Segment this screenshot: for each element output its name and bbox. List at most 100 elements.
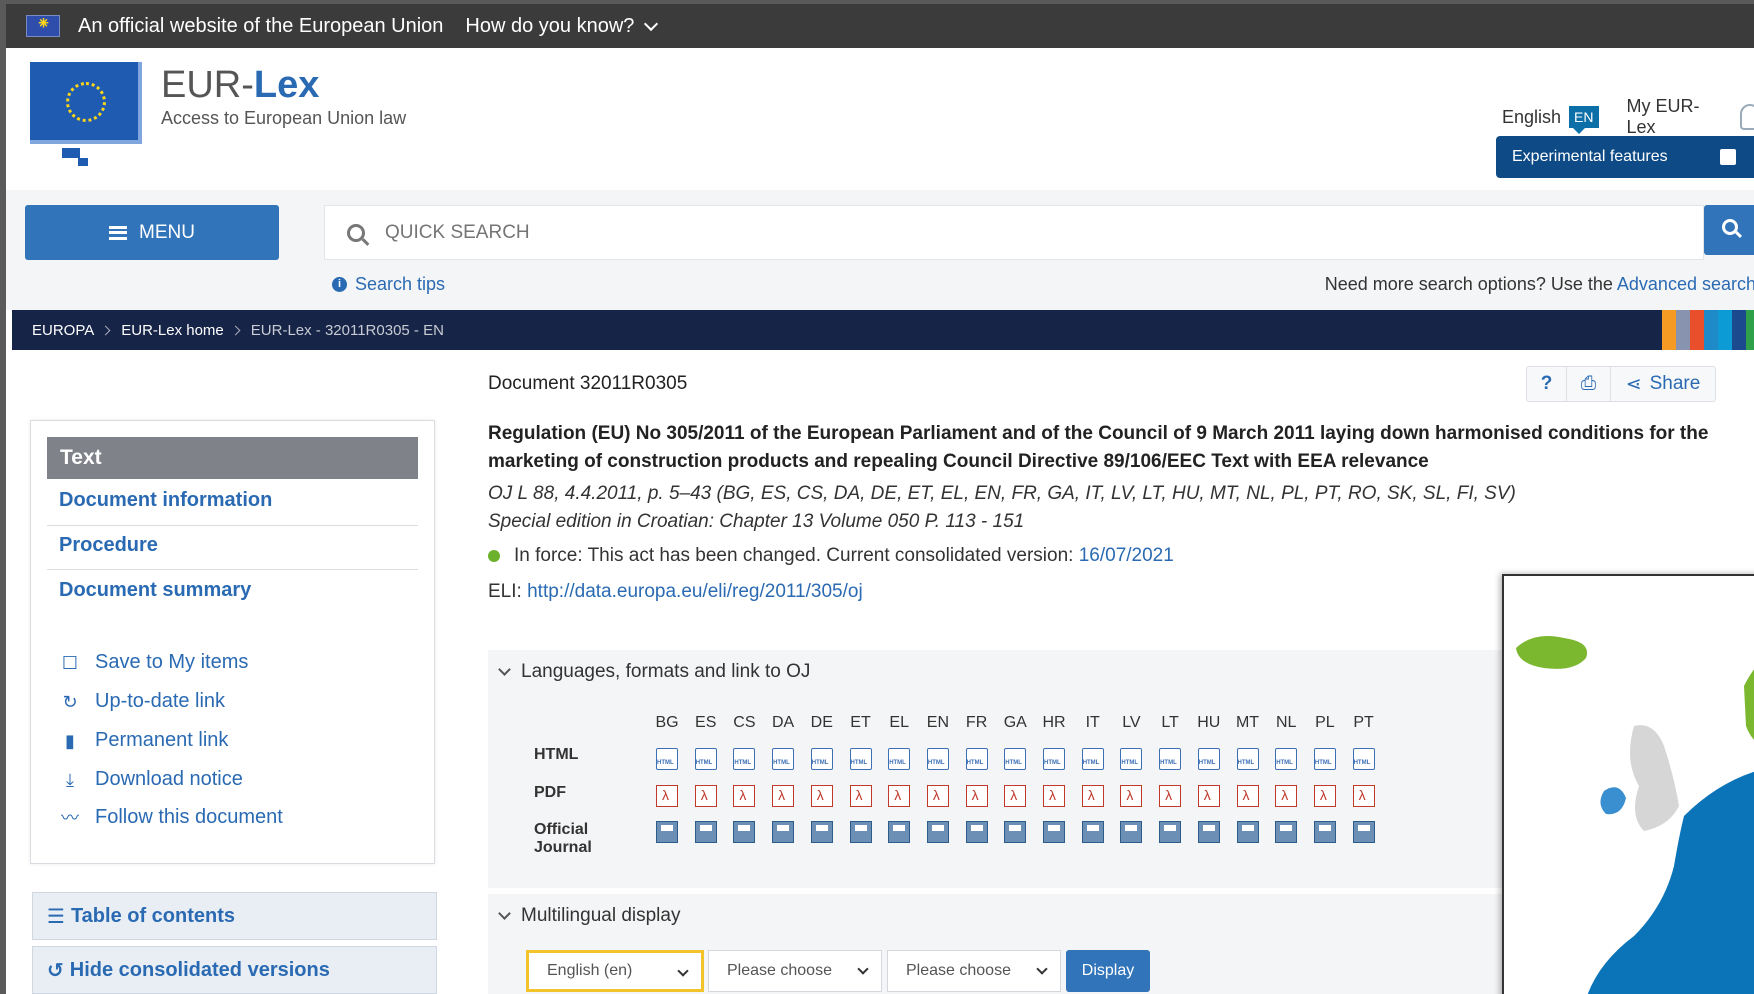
official-journal-icon[interactable] (965, 821, 988, 843)
sidebar-item-document-summary[interactable]: Document summary (59, 579, 251, 602)
html-file-icon[interactable] (772, 748, 795, 770)
consolidated-version-link[interactable]: 16/07/2021 (1079, 545, 1174, 567)
html-file-icon[interactable] (694, 748, 717, 770)
europe-map-popup[interactable] (1502, 574, 1754, 994)
official-journal-icon[interactable] (694, 821, 717, 843)
history-icon: ↺ (47, 959, 64, 982)
html-file-icon[interactable] (1352, 748, 1375, 770)
multilingual-display-toggle[interactable]: Multilingual display (488, 894, 1508, 938)
pdf-file-icon[interactable] (888, 785, 911, 807)
pdf-file-icon[interactable] (1043, 785, 1065, 807)
advanced-search-link[interactable]: Advanced search (1617, 274, 1754, 294)
html-file-icon[interactable] (1120, 748, 1143, 770)
html-file-icon[interactable] (849, 748, 872, 770)
official-journal-icon[interactable] (849, 821, 872, 843)
breadcrumb-eurlex-home[interactable]: EUR-Lex home (121, 322, 224, 339)
official-journal-icon[interactable] (926, 821, 949, 843)
sidebar-item-procedure[interactable]: Procedure (59, 534, 158, 557)
search-tips-link[interactable]: i Search tips (332, 274, 445, 295)
pdf-file-icon[interactable] (733, 785, 756, 807)
official-journal-icon[interactable] (1043, 821, 1065, 843)
display-button[interactable]: Display (1066, 950, 1150, 992)
pdf-file-icon[interactable] (849, 785, 872, 807)
experimental-checkbox[interactable] (1720, 149, 1736, 165)
pdf-file-icon[interactable] (1120, 785, 1143, 807)
save-to-my-items-link[interactable]: ☐ Save to My items (59, 651, 248, 674)
official-journal-icon[interactable] (1004, 821, 1027, 843)
eurlex-logo[interactable] (26, 62, 146, 166)
official-journal-icon[interactable] (772, 821, 795, 843)
chevron-right-icon (100, 325, 111, 335)
official-journal-icon[interactable] (1236, 821, 1259, 843)
html-file-icon[interactable] (810, 748, 833, 770)
sidebar-item-text[interactable]: Text (47, 437, 418, 479)
pdf-file-icon[interactable] (694, 785, 717, 807)
language-code-badge[interactable]: EN (1569, 106, 1599, 134)
languages-formats-toggle[interactable]: Languages, formats and link to OJ (488, 650, 1508, 694)
my-eurlex-link[interactable]: My EUR-Lex (1627, 96, 1729, 138)
pdf-file-icon[interactable] (1004, 785, 1027, 807)
html-file-icon[interactable] (1275, 748, 1298, 770)
eli-link[interactable]: http://data.europa.eu/eli/reg/2011/305/o… (527, 581, 863, 602)
user-icon[interactable] (1740, 104, 1754, 130)
print-button[interactable]: ⎙ (1567, 367, 1611, 401)
official-journal-icon[interactable] (1197, 821, 1220, 843)
html-file-icon[interactable] (965, 748, 988, 770)
official-journal-icon[interactable] (1120, 821, 1143, 843)
language-selector[interactable]: English (1502, 107, 1561, 128)
pdf-file-icon[interactable] (1275, 785, 1298, 807)
pdf-file-icon[interactable] (656, 785, 678, 807)
html-file-icon[interactable] (1081, 748, 1104, 770)
pdf-file-icon[interactable] (965, 785, 988, 807)
pdf-file-icon[interactable] (772, 785, 795, 807)
table-of-contents-button[interactable]: ☰ Table of contents (32, 892, 437, 940)
official-journal-icon[interactable] (1081, 821, 1104, 843)
html-file-icon[interactable] (1236, 748, 1259, 770)
html-file-icon[interactable] (1043, 748, 1065, 770)
official-journal-icon[interactable] (1352, 821, 1375, 843)
official-journal-icon[interactable] (1159, 821, 1182, 843)
download-notice-link[interactable]: ⤓ Download notice (59, 768, 243, 791)
official-journal-icon[interactable] (1313, 821, 1336, 843)
pdf-file-icon[interactable] (1197, 785, 1220, 807)
pdf-file-icon[interactable] (1352, 785, 1375, 807)
html-file-icon[interactable] (656, 748, 678, 770)
breadcrumb-europa[interactable]: EUROPA (32, 322, 94, 339)
official-journal-icon[interactable] (1275, 821, 1298, 843)
up-to-date-link[interactable]: ↻ Up-to-date link (59, 690, 225, 713)
pdf-file-icon[interactable] (926, 785, 949, 807)
html-file-icon[interactable] (1004, 748, 1027, 770)
html-file-icon[interactable] (926, 748, 949, 770)
official-journal-icon[interactable] (810, 821, 833, 843)
language-select-2[interactable]: Please choose (708, 950, 882, 992)
pdf-file-icon[interactable] (1313, 785, 1336, 807)
html-file-icon[interactable] (1159, 748, 1182, 770)
follow-document-link[interactable]: 〰 Follow this document (59, 806, 283, 829)
help-button[interactable]: ? (1527, 367, 1567, 401)
menu-button[interactable]: MENU (25, 205, 279, 260)
official-journal-icon[interactable] (733, 821, 756, 843)
eu-stars-icon (66, 82, 106, 122)
pdf-file-icon[interactable] (1081, 785, 1104, 807)
permanent-link[interactable]: ▮ Permanent link (59, 729, 228, 752)
how-do-you-know-toggle[interactable]: How do you know? (465, 15, 659, 38)
official-journal-icon[interactable] (656, 821, 678, 843)
share-button[interactable]: ⋖ Share (1611, 367, 1715, 401)
html-file-icon[interactable] (1197, 748, 1220, 770)
language-select-3[interactable]: Please choose (887, 950, 1061, 992)
sidebar-item-document-information[interactable]: Document information (59, 489, 272, 512)
html-file-icon[interactable] (733, 748, 756, 770)
html-file-icon[interactable] (888, 748, 911, 770)
official-journal-icon[interactable] (888, 821, 911, 843)
site-header: EUR-Lex Access to European Union law Eng… (6, 48, 1754, 190)
pdf-file-icon[interactable] (1236, 785, 1259, 807)
brand[interactable]: EUR-Lex Access to European Union law (161, 66, 406, 129)
html-file-icon[interactable] (1313, 748, 1336, 770)
search-button[interactable] (1704, 205, 1754, 255)
pdf-file-icon[interactable] (810, 785, 833, 807)
experimental-features-toggle[interactable]: Experimental features (1496, 136, 1754, 178)
language-select-1[interactable]: English (en) (526, 950, 704, 992)
pdf-file-icon[interactable] (1159, 785, 1182, 807)
quick-search-input[interactable] (385, 221, 1585, 244)
hide-consolidated-versions-button[interactable]: ↺ Hide consolidated versions (32, 946, 437, 994)
